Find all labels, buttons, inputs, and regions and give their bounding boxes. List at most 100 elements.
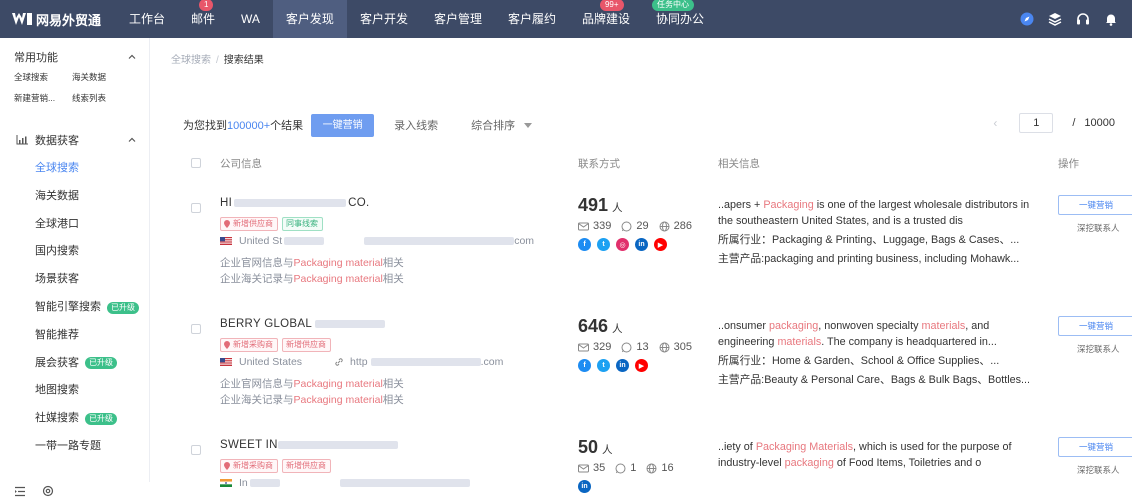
tag-new-supplier: 新增供应商: [220, 217, 278, 231]
whatsapp-icon: [621, 221, 632, 231]
mail-icon: [578, 343, 589, 351]
nav-item-customer-development[interactable]: 客户开发: [347, 0, 421, 38]
youtube-icon[interactable]: ▶: [654, 238, 667, 251]
people-count[interactable]: 491 人: [578, 195, 692, 216]
dig-contacts-link[interactable]: 深挖联系人: [1077, 222, 1132, 234]
dig-contacts-link[interactable]: 深挖联系人: [1077, 343, 1132, 355]
sidebar-item-smart-recommend[interactable]: 智能推荐: [0, 322, 149, 350]
add-leads-button[interactable]: 录入线索: [394, 117, 438, 133]
nav-item-customer-fulfillment[interactable]: 客户履约: [495, 0, 569, 38]
compass-icon[interactable]: [1020, 12, 1034, 26]
people-count[interactable]: 646 人: [578, 316, 692, 337]
youtube-icon[interactable]: ▶: [635, 359, 648, 372]
row-marketing-button[interactable]: 一键营销: [1058, 437, 1132, 457]
linkedin-icon[interactable]: in: [578, 480, 591, 493]
nav-item-customer-discovery[interactable]: 客户发现: [272, 0, 347, 38]
sidebar-item-exhibition[interactable]: 展会获客 已升级: [0, 350, 149, 378]
row-checkbox[interactable]: [191, 203, 201, 213]
quick-link-customs-data[interactable]: 海关数据: [72, 71, 136, 83]
row-actions: 一键营销 深挖联系人: [1058, 195, 1132, 234]
website-url-end[interactable]: .com: [481, 356, 504, 368]
sidebar-item-global-search[interactable]: 全球搜索: [0, 155, 149, 183]
nav-item-mail[interactable]: 邮件 1: [178, 0, 228, 38]
mail-icon: [578, 464, 589, 472]
desc-prefix: 企业官网信息与: [220, 378, 294, 390]
sidebar-item-label: 一带一路专题: [35, 439, 101, 452]
people-count[interactable]: 50 人: [578, 437, 674, 458]
website-url-end[interactable]: com: [514, 235, 534, 247]
sidebar-item-smart-engine-search[interactable]: 智能引擎搜索 已升级: [0, 294, 149, 322]
whatsapp-icon: [615, 463, 626, 473]
desc-prefix: 企业海关记录与: [220, 273, 294, 285]
sidebar-item-belt-road[interactable]: 一带一路专题: [0, 433, 149, 461]
social-links: f t ◎ in ▶: [578, 238, 692, 251]
select-all-checkbox[interactable]: [191, 158, 201, 168]
industry-line: 所属行业：Home & Garden、School & Office Suppl…: [718, 353, 1043, 369]
facebook-icon[interactable]: f: [578, 359, 591, 372]
row-marketing-button[interactable]: 一键营销: [1058, 316, 1132, 336]
chevron-up-icon[interactable]: [127, 135, 137, 145]
breadcrumb-parent[interactable]: 全球搜索: [171, 55, 211, 66]
linkedin-icon[interactable]: in: [635, 238, 648, 251]
tag-text: 同事线索: [286, 219, 318, 228]
nav-item-customer-management[interactable]: 客户管理: [421, 0, 495, 38]
top-navigation: 网易外贸通 工作台 邮件 1 WA 客户发现 客户开发 客户管理 客户履约 品牌建…: [0, 0, 1132, 38]
info-text: ..iety of: [718, 441, 756, 453]
brand[interactable]: 网易外贸通: [0, 10, 116, 29]
linkedin-icon[interactable]: in: [616, 359, 629, 372]
nav-label: 工作台: [129, 12, 166, 26]
instagram-icon[interactable]: ◎: [616, 238, 629, 251]
globe-icon: [659, 221, 670, 231]
sidebar-item-domestic-search[interactable]: 国内搜索: [0, 238, 149, 266]
headset-icon[interactable]: [1076, 12, 1090, 26]
nav-item-brand-building[interactable]: 品牌建设 99+: [569, 0, 643, 38]
company-name[interactable]: HI CO.: [220, 197, 369, 209]
twitter-icon[interactable]: t: [597, 359, 610, 372]
company-name[interactable]: SWEET IN: [220, 439, 398, 451]
company-name-end: CO.: [348, 197, 370, 209]
site-count: 305: [673, 341, 692, 353]
quick-link-lead-list[interactable]: 线索列表: [72, 92, 136, 104]
row-checkbox[interactable]: [191, 445, 201, 455]
twitter-icon[interactable]: t: [597, 238, 610, 251]
row-marketing-button[interactable]: 一键营销: [1058, 195, 1132, 215]
prev-page-icon[interactable]: ‹: [993, 116, 997, 130]
menu-icon[interactable]: [14, 486, 26, 497]
row-checkbox[interactable]: [191, 324, 201, 334]
layers-icon[interactable]: [1048, 12, 1062, 26]
website-url-start[interactable]: http: [350, 356, 368, 368]
one-click-marketing-button[interactable]: 一键营销: [311, 113, 375, 137]
mail-count-badge: 1: [199, 0, 214, 11]
nav-item-wa[interactable]: WA: [228, 0, 273, 38]
sidebar-item-label: 智能推荐: [35, 328, 79, 341]
chevron-up-icon[interactable]: [127, 52, 137, 62]
sidebar-item-customs-data[interactable]: 海关数据: [0, 183, 149, 211]
nav-item-collaboration[interactable]: 协同办公 任务中心: [643, 0, 717, 38]
sidebar-item-label: 海关数据: [35, 189, 79, 202]
company-name[interactable]: BERRY GLOBAL: [220, 318, 386, 330]
globe-icon: [659, 342, 670, 352]
data-acquisition-header[interactable]: 数据获客: [0, 104, 149, 148]
quick-link-global-search[interactable]: 全球搜索: [14, 71, 72, 83]
related-info: ..iety of Packaging Materials, which is …: [718, 439, 1043, 471]
dig-contacts-link[interactable]: 深挖联系人: [1077, 464, 1132, 476]
bell-icon[interactable]: [1104, 12, 1118, 26]
header-company: 公司信息: [220, 158, 262, 170]
pin-icon: [224, 220, 230, 228]
common-functions-header[interactable]: 常用功能: [0, 38, 149, 65]
row-actions: 一键营销 深挖联系人: [1058, 437, 1132, 476]
nav-item-workbench[interactable]: 工作台: [116, 0, 178, 38]
total-pages: 10000: [1084, 117, 1115, 129]
nav-actions: [1020, 0, 1118, 38]
sidebar-item-global-ports[interactable]: 全球港口: [0, 211, 149, 239]
sidebar-item-map-search[interactable]: 地图搜索: [0, 377, 149, 405]
facebook-icon[interactable]: f: [578, 238, 591, 251]
settings-icon[interactable]: [42, 485, 54, 497]
sidebar-item-scene-acquisition[interactable]: 场景获客: [0, 266, 149, 294]
sort-select[interactable]: 综合排序: [471, 117, 533, 133]
info-line: engineering materials. The company is he…: [718, 334, 1043, 350]
page-input[interactable]: 1: [1019, 113, 1054, 133]
sidebar-item-social-search[interactable]: 社媒搜索 已升级: [0, 405, 149, 433]
page-separator: /: [1072, 117, 1076, 129]
quick-link-new-marketing[interactable]: 新建营销...: [14, 92, 72, 104]
